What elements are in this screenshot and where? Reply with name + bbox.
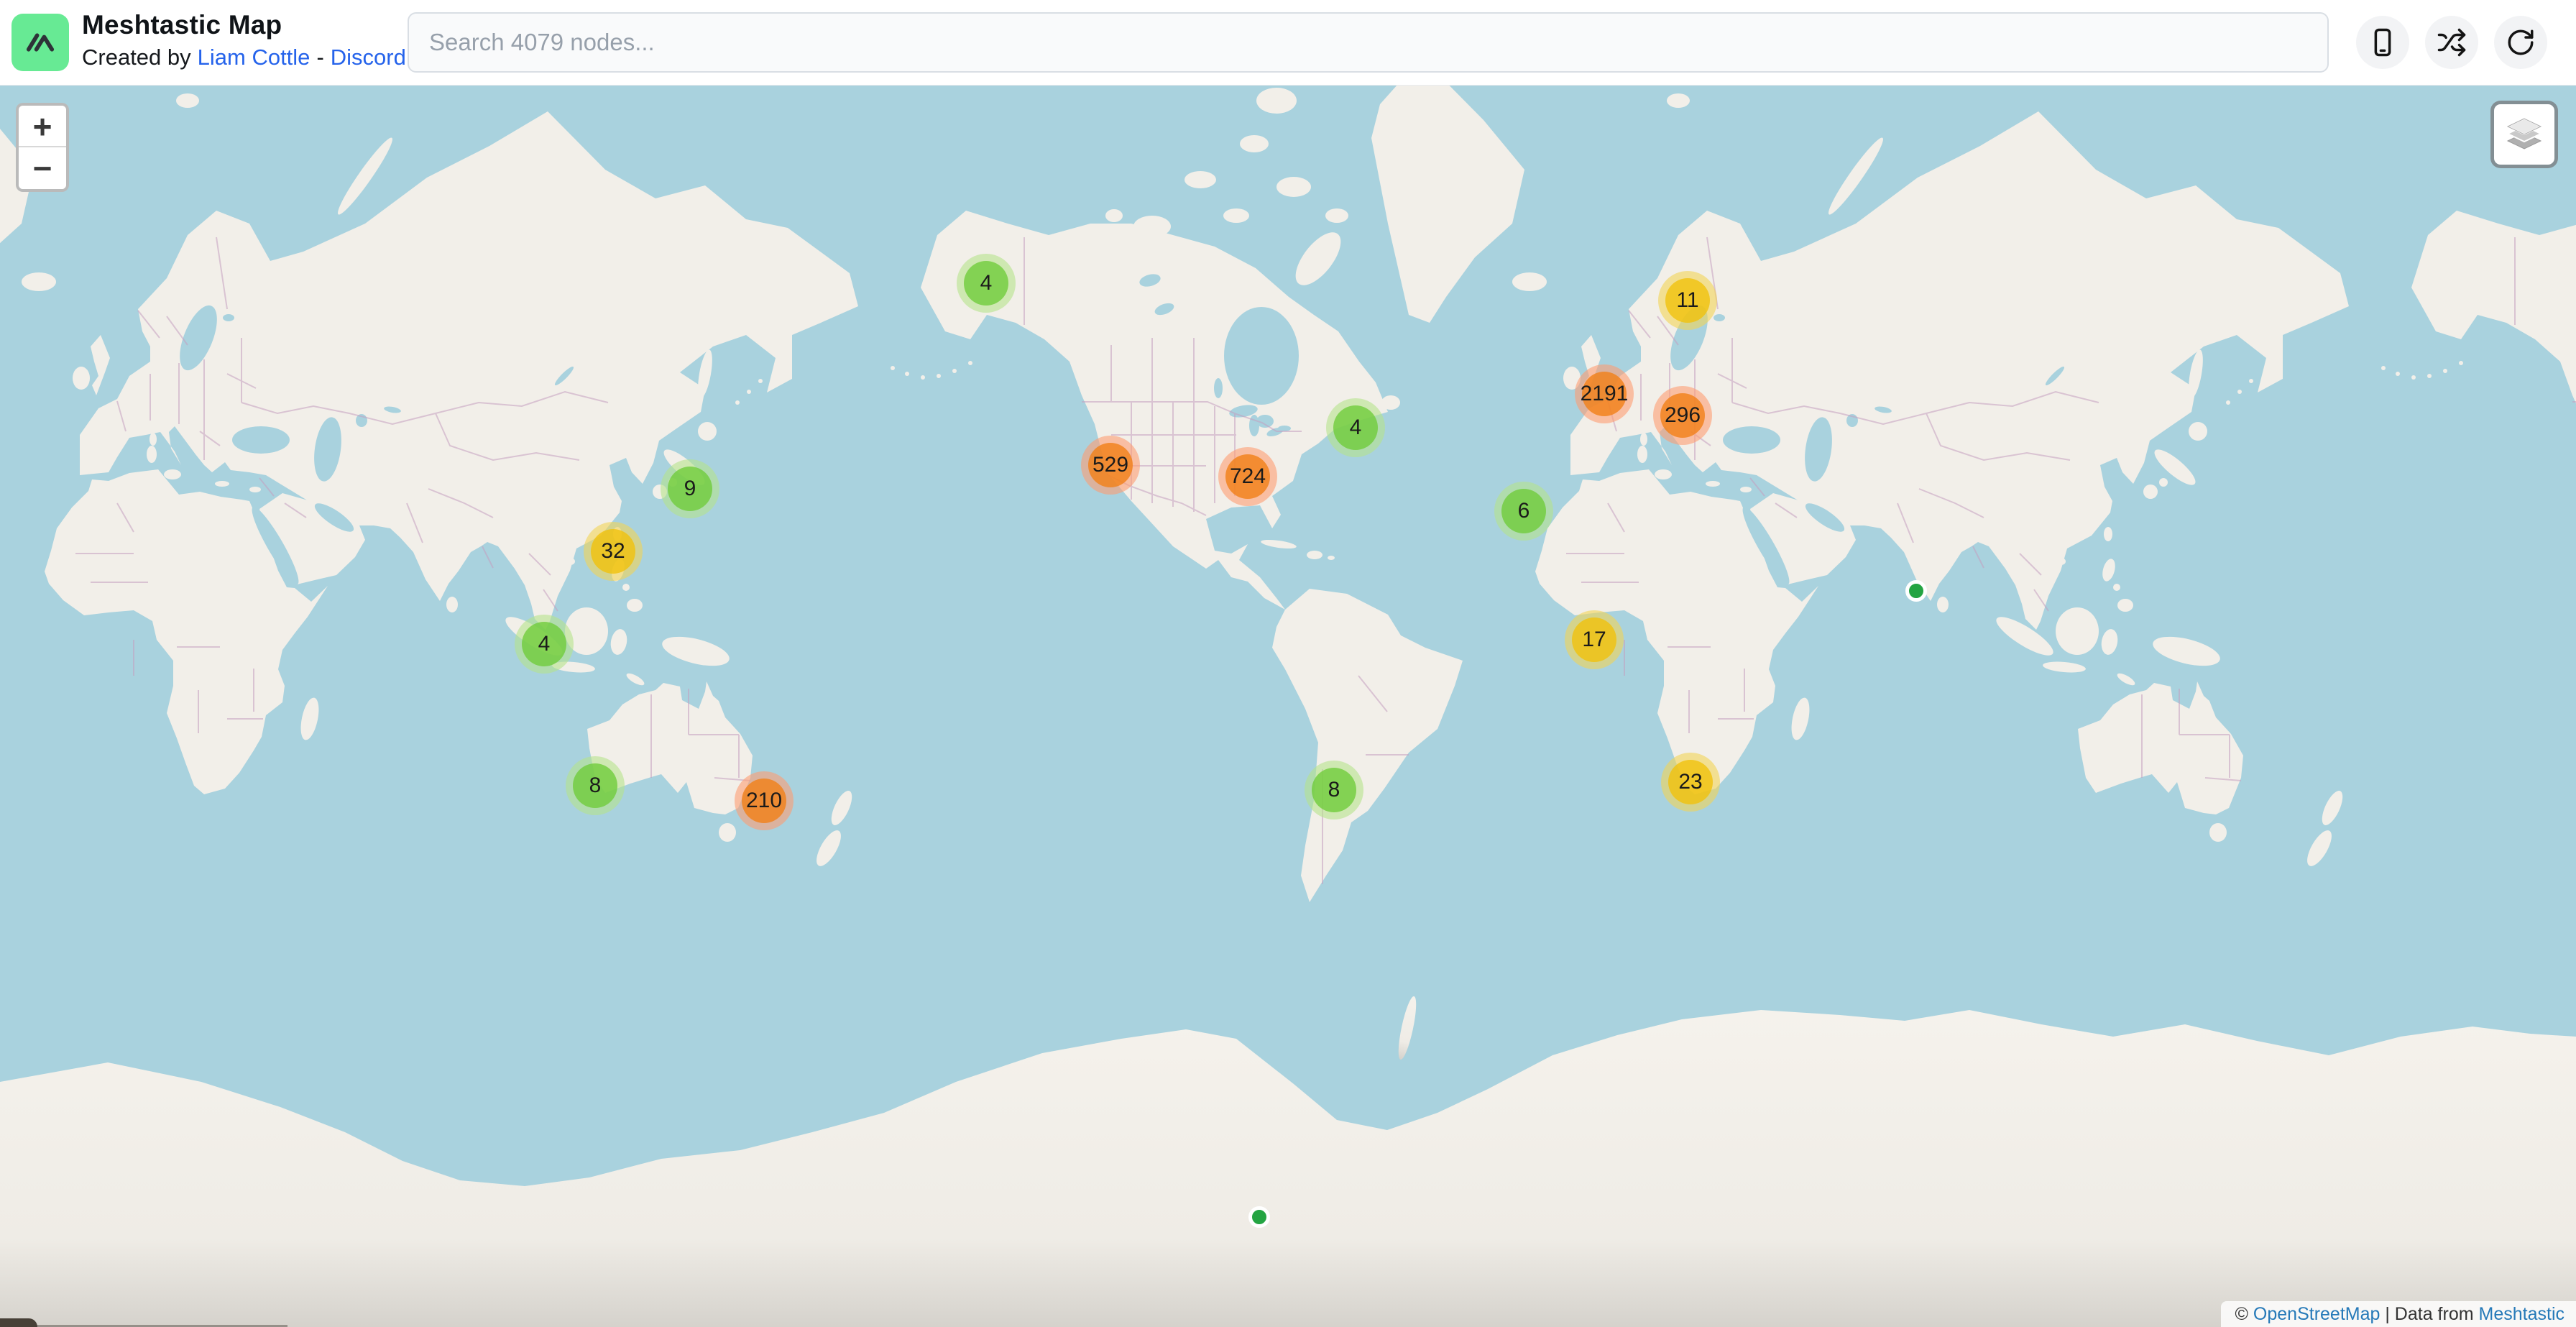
cluster-marker[interactable]: 724 xyxy=(1218,447,1277,506)
cluster-count: 4 xyxy=(1333,405,1378,450)
cluster-count: 9 xyxy=(668,467,712,511)
meshtastic-logo-icon xyxy=(22,24,59,61)
shuffle-icon xyxy=(2437,27,2467,58)
refresh-button[interactable] xyxy=(2494,16,2547,69)
app: Meshtastic Map Created by Liam Cottle - … xyxy=(0,0,2576,1327)
cluster-count: 2191 xyxy=(1582,372,1627,416)
search-input[interactable] xyxy=(408,12,2329,73)
cluster-marker[interactable]: 8 xyxy=(1305,761,1363,819)
cluster-marker[interactable]: 4 xyxy=(1326,398,1385,457)
random-node-button[interactable] xyxy=(2425,16,2478,69)
osm-link[interactable]: OpenStreetMap xyxy=(2253,1304,2380,1325)
cluster-count: 4 xyxy=(964,261,1008,306)
cluster-count: 6 xyxy=(1501,489,1546,533)
cluster-marker[interactable]: 529 xyxy=(1081,436,1140,495)
zoom-in-button[interactable]: + xyxy=(19,106,66,147)
mobile-view-button[interactable] xyxy=(2356,16,2409,69)
header-bar: Meshtastic Map Created by Liam Cottle - … xyxy=(0,0,2576,86)
cluster-marker[interactable]: 6 xyxy=(1494,482,1553,541)
map-attribution: © OpenStreetMap | Data from Meshtastic xyxy=(2221,1301,2576,1327)
meshtastic-logo xyxy=(12,14,69,71)
cluster-count: 724 xyxy=(1225,454,1270,499)
cluster-marker[interactable]: 296 xyxy=(1653,386,1712,445)
byline-prefix: Created by xyxy=(82,45,191,70)
node-marker[interactable] xyxy=(1905,580,1927,602)
cluster-count: 8 xyxy=(573,763,617,808)
cluster-count: 296 xyxy=(1660,393,1705,438)
cluster-marker[interactable]: 32 xyxy=(584,522,643,581)
cluster-count: 32 xyxy=(591,529,635,574)
cluster-count: 210 xyxy=(742,779,786,823)
layers-icon xyxy=(2503,116,2545,153)
cluster-marker[interactable]: 2191 xyxy=(1575,364,1634,423)
cluster-count: 11 xyxy=(1665,278,1710,323)
cluster-count: 8 xyxy=(1312,768,1356,812)
cluster-marker[interactable]: 210 xyxy=(735,771,794,830)
meshtastic-link[interactable]: Meshtastic xyxy=(2479,1304,2564,1325)
attribution-copyright: © xyxy=(2235,1304,2253,1325)
cluster-marker[interactable]: 4 xyxy=(515,615,574,674)
cluster-marker[interactable]: 4 xyxy=(957,254,1016,313)
marker-layer: 4 11 2191 296 4 529 724 9 6 32 17 4 8 210 8 23 xyxy=(0,85,2576,1327)
cluster-count: 23 xyxy=(1668,760,1713,804)
layers-control[interactable] xyxy=(2490,101,2558,168)
page-title: Meshtastic Map xyxy=(82,10,282,40)
byline-separator: - xyxy=(316,45,323,70)
byline: Created by Liam Cottle - Discord xyxy=(82,45,406,70)
attribution-middle: | Data from xyxy=(2380,1304,2478,1325)
cluster-count: 17 xyxy=(1572,617,1616,662)
cluster-count: 529 xyxy=(1088,443,1133,487)
map-canvas[interactable]: 4 11 2191 296 4 529 724 9 6 32 17 4 8 210 8 23 + − © Op… xyxy=(0,85,2576,1327)
cluster-marker[interactable]: 8 xyxy=(566,756,625,815)
discord-link[interactable]: Discord xyxy=(331,45,406,70)
cluster-marker[interactable]: 23 xyxy=(1661,753,1720,812)
refresh-icon xyxy=(2506,27,2536,58)
author-link[interactable]: Liam Cottle xyxy=(198,45,310,70)
cluster-marker[interactable]: 9 xyxy=(661,459,719,518)
zoom-control: + − xyxy=(16,103,69,192)
node-marker[interactable] xyxy=(1248,1206,1270,1228)
mobile-icon xyxy=(2368,27,2398,58)
zoom-out-button[interactable]: − xyxy=(19,147,66,189)
cluster-count: 4 xyxy=(522,622,566,666)
cluster-marker[interactable]: 17 xyxy=(1565,610,1624,669)
cluster-marker[interactable]: 11 xyxy=(1658,271,1717,330)
